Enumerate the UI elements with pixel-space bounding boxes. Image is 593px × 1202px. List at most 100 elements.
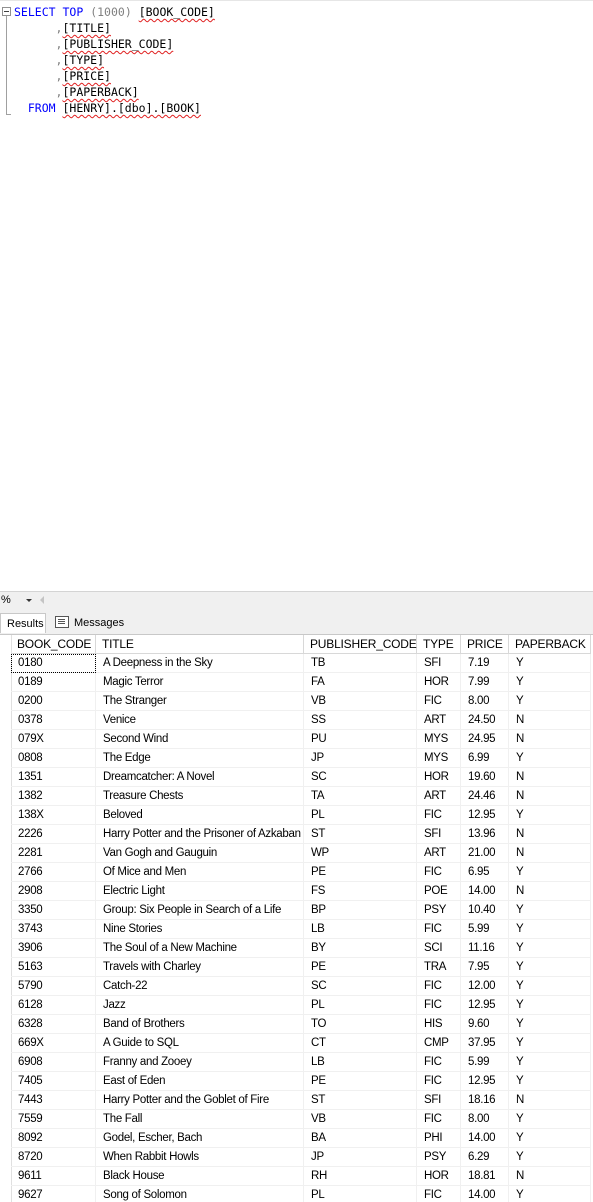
cell-publisher-code[interactable]: BA: [304, 1129, 417, 1148]
cell-paperback[interactable]: N: [509, 787, 591, 806]
table-row[interactable]: 2281 Van Gogh and Gauguin WP ART 21.00 N: [0, 844, 593, 863]
cell-title[interactable]: Black House: [96, 1167, 304, 1186]
cell-price[interactable]: 13.96: [461, 825, 509, 844]
cell-publisher-code[interactable]: VB: [304, 692, 417, 711]
cell-book-code[interactable]: 138X: [11, 806, 96, 825]
cell-book-code[interactable]: 3906: [11, 939, 96, 958]
cell-publisher-code[interactable]: JP: [304, 1148, 417, 1167]
cell-publisher-code[interactable]: PL: [304, 1186, 417, 1202]
cell-title[interactable]: Beloved: [96, 806, 304, 825]
table-row[interactable]: 0378 Venice SS ART 24.50 N: [0, 711, 593, 730]
cell-paperback[interactable]: Y: [509, 1148, 591, 1167]
cell-paperback[interactable]: Y: [509, 654, 591, 673]
cell-publisher-code[interactable]: VB: [304, 1110, 417, 1129]
cell-publisher-code[interactable]: CT: [304, 1034, 417, 1053]
table-row[interactable]: 9627 Song of Solomon PL FIC 14.00 Y: [0, 1186, 593, 1202]
header-price[interactable]: PRICE: [461, 635, 509, 654]
cell-price[interactable]: 12.00: [461, 977, 509, 996]
table-row[interactable]: 6128 Jazz PL FIC 12.95 Y: [0, 996, 593, 1015]
cell-publisher-code[interactable]: TB: [304, 654, 417, 673]
cell-title[interactable]: Magic Terror: [96, 673, 304, 692]
cell-price[interactable]: 5.99: [461, 920, 509, 939]
cell-book-code[interactable]: 7559: [11, 1110, 96, 1129]
table-row[interactable]: 9611 Black House RH HOR 18.81 N: [0, 1167, 593, 1186]
cell-price[interactable]: 24.95: [461, 730, 509, 749]
table-row[interactable]: 3906 The Soul of a New Machine BY SCI 11.16 Y: [0, 939, 593, 958]
header-paperback[interactable]: PAPERBACK: [509, 635, 591, 654]
table-row[interactable]: 0808 The Edge JP MYS 6.99 Y: [0, 749, 593, 768]
scroll-left-arrow-icon[interactable]: [40, 596, 44, 604]
table-row[interactable]: 669X A Guide to SQL CT CMP 37.95 Y: [0, 1034, 593, 1053]
sql-editor[interactable]: SELECT TOP (1000) [BOOK_CODE] ,[TITLE] ,…: [0, 0, 593, 591]
cell-type[interactable]: FIC: [417, 977, 461, 996]
cell-price[interactable]: 7.99: [461, 673, 509, 692]
zoom-level[interactable]: %: [1, 594, 11, 606]
cell-book-code[interactable]: 0378: [11, 711, 96, 730]
cell-type[interactable]: HOR: [417, 1167, 461, 1186]
table-row[interactable]: 8092 Godel, Escher, Bach BA PHI 14.00 Y: [0, 1129, 593, 1148]
cell-publisher-code[interactable]: ST: [304, 1091, 417, 1110]
cell-price[interactable]: 8.00: [461, 692, 509, 711]
cell-title[interactable]: The Fall: [96, 1110, 304, 1129]
cell-paperback[interactable]: N: [509, 1167, 591, 1186]
cell-book-code[interactable]: 1382: [11, 787, 96, 806]
cell-publisher-code[interactable]: FS: [304, 882, 417, 901]
cell-publisher-code[interactable]: SC: [304, 768, 417, 787]
cell-type[interactable]: FIC: [417, 1186, 461, 1202]
cell-title[interactable]: The Stranger: [96, 692, 304, 711]
cell-type[interactable]: FIC: [417, 1053, 461, 1072]
cell-title[interactable]: The Edge: [96, 749, 304, 768]
cell-publisher-code[interactable]: TA: [304, 787, 417, 806]
cell-type[interactable]: FIC: [417, 996, 461, 1015]
cell-title[interactable]: Jazz: [96, 996, 304, 1015]
cell-paperback[interactable]: Y: [509, 1129, 591, 1148]
cell-type[interactable]: SFI: [417, 654, 461, 673]
collapse-toggle-icon[interactable]: [2, 7, 11, 16]
cell-book-code[interactable]: 079X: [11, 730, 96, 749]
cell-publisher-code[interactable]: WP: [304, 844, 417, 863]
table-row[interactable]: 8720 When Rabbit Howls JP PSY 6.29 Y: [0, 1148, 593, 1167]
cell-type[interactable]: PHI: [417, 1129, 461, 1148]
cell-publisher-code[interactable]: TO: [304, 1015, 417, 1034]
cell-type[interactable]: FIC: [417, 806, 461, 825]
table-row[interactable]: 6908 Franny and Zooey LB FIC 5.99 Y: [0, 1053, 593, 1072]
cell-price[interactable]: 12.95: [461, 1072, 509, 1091]
cell-price[interactable]: 8.00: [461, 1110, 509, 1129]
cell-publisher-code[interactable]: ST: [304, 825, 417, 844]
cell-paperback[interactable]: Y: [509, 977, 591, 996]
cell-price[interactable]: 37.95: [461, 1034, 509, 1053]
cell-paperback[interactable]: Y: [509, 996, 591, 1015]
cell-title[interactable]: A Deepness in the Sky: [96, 654, 304, 673]
table-row[interactable]: 0189 Magic Terror FA HOR 7.99 Y: [0, 673, 593, 692]
table-row[interactable]: 7405 East of Eden PE FIC 12.95 Y: [0, 1072, 593, 1091]
cell-title[interactable]: Electric Light: [96, 882, 304, 901]
cell-type[interactable]: ART: [417, 787, 461, 806]
table-row[interactable]: 0180 A Deepness in the Sky TB SFI 7.19 Y: [0, 654, 593, 673]
cell-price[interactable]: 7.95: [461, 958, 509, 977]
tab-messages[interactable]: Messages: [52, 613, 128, 633]
cell-publisher-code[interactable]: SS: [304, 711, 417, 730]
cell-title[interactable]: Second Wind: [96, 730, 304, 749]
cell-book-code[interactable]: 6328: [11, 1015, 96, 1034]
cell-title[interactable]: Venice: [96, 711, 304, 730]
cell-book-code[interactable]: 3350: [11, 901, 96, 920]
cell-book-code[interactable]: 8092: [11, 1129, 96, 1148]
table-row[interactable]: 3350 Group: Six People in Search of a Lif…: [0, 901, 593, 920]
cell-paperback[interactable]: Y: [509, 692, 591, 711]
cell-price[interactable]: 5.99: [461, 1053, 509, 1072]
table-row[interactable]: 2908 Electric Light FS POE 14.00 N: [0, 882, 593, 901]
cell-book-code[interactable]: 3743: [11, 920, 96, 939]
cell-book-code[interactable]: 0180: [11, 654, 96, 673]
cell-paperback[interactable]: Y: [509, 1186, 591, 1202]
cell-paperback[interactable]: N: [509, 730, 591, 749]
cell-book-code[interactable]: 2766: [11, 863, 96, 882]
cell-publisher-code[interactable]: RH: [304, 1167, 417, 1186]
cell-price[interactable]: 24.46: [461, 787, 509, 806]
cell-book-code[interactable]: 2281: [11, 844, 96, 863]
table-row[interactable]: 3743 Nine Stories LB FIC 5.99 Y: [0, 920, 593, 939]
table-row[interactable]: 5163 Travels with Charley PE TRA 7.95 Y: [0, 958, 593, 977]
cell-type[interactable]: ART: [417, 711, 461, 730]
cell-price[interactable]: 6.95: [461, 863, 509, 882]
cell-publisher-code[interactable]: SC: [304, 977, 417, 996]
cell-paperback[interactable]: N: [509, 1091, 591, 1110]
